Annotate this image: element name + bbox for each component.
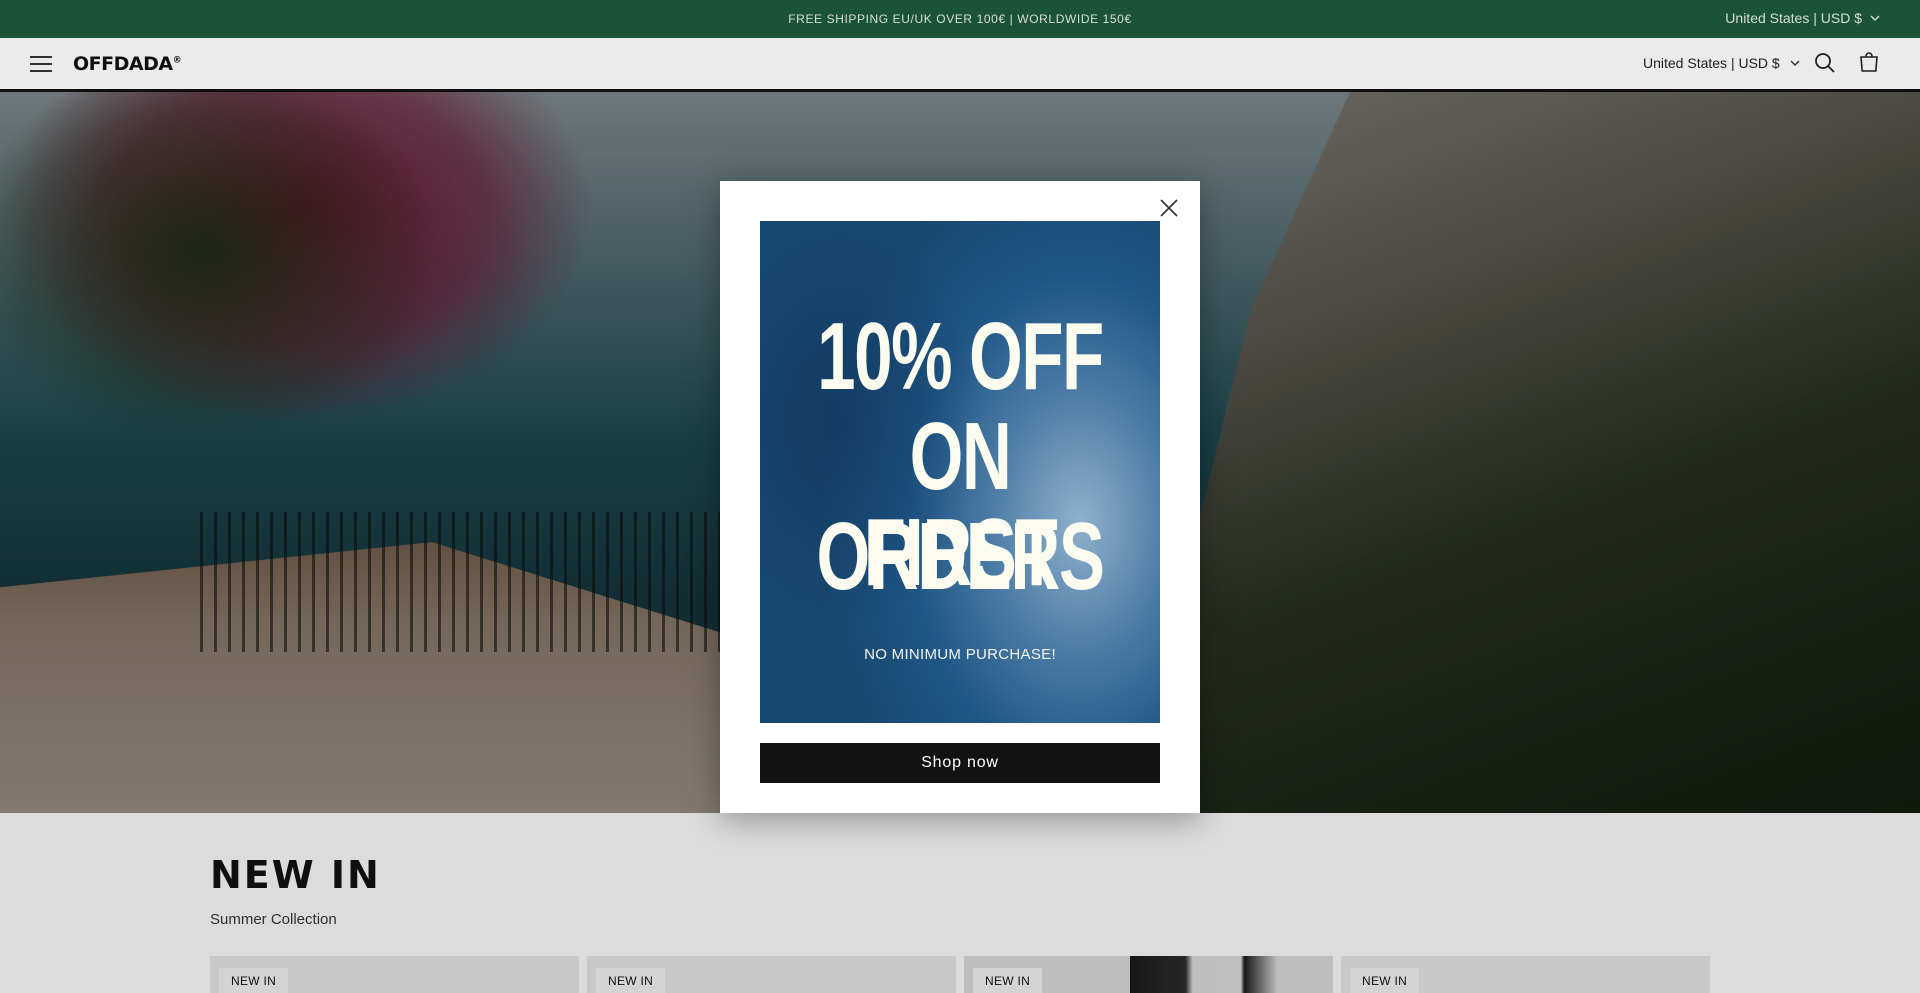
new-in-badge: NEW IN [596,968,666,993]
announcement-bar: FREE SHIPPING EU/UK OVER 100€ | WORLDWID… [0,0,1920,38]
search-icon[interactable] [1813,51,1837,75]
product-card[interactable]: NEW IN [210,956,579,993]
product-card[interactable]: NEW IN [964,956,1333,993]
new-in-badge: NEW IN [1350,968,1420,993]
announcement-locale-selector[interactable]: United States | USD $ [1725,10,1880,26]
close-icon[interactable] [1156,195,1182,221]
promo-headline-line-3: ORDERS [816,503,1105,610]
new-in-badge: NEW IN [219,968,289,993]
site-header: OFFDADA® United States | USD $ [0,38,1920,92]
menu-icon[interactable] [30,53,52,73]
new-in-section: NEW IN Summer Collection NEW IN NEW IN N… [0,813,1920,993]
chevron-down-icon [1870,15,1880,21]
promo-popup: 10% OFF ON FIRST ORDERS NO MINIMUM PURCH… [720,181,1200,813]
promo-headline-line-1: 10% OFF [817,303,1104,410]
section-subtitle: Summer Collection [210,911,337,928]
site-logo[interactable]: OFFDADA® [73,53,182,75]
logo-registered-mark: ® [172,55,182,66]
chevron-down-icon [1790,60,1800,66]
announcement-text: FREE SHIPPING EU/UK OVER 100€ | WORLDWID… [788,12,1132,26]
section-title: NEW IN [210,853,381,897]
promo-image[interactable]: 10% OFF ON FIRST ORDERS NO MINIMUM PURCH… [760,221,1160,723]
cart-icon[interactable] [1857,51,1881,75]
promo-subtext: NO MINIMUM PURCHASE! [864,646,1056,663]
logo-text: OFFDADA [73,53,173,75]
announcement-locale-label: United States | USD $ [1725,10,1862,26]
locale-label: United States | USD $ [1643,55,1780,71]
locale-selector[interactable]: United States | USD $ [1643,55,1800,71]
product-card[interactable]: NEW IN [587,956,956,993]
new-in-badge: NEW IN [973,968,1043,993]
product-card[interactable]: NEW IN [1341,956,1710,993]
shop-now-button[interactable]: Shop now [760,743,1160,783]
